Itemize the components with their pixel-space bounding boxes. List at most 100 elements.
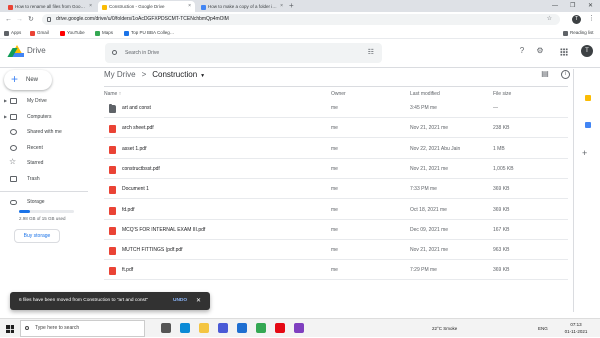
task-view-icon[interactable]	[161, 323, 171, 333]
browser-tab-2[interactable]: Construction - Google Drive ×	[98, 1, 195, 12]
list-view-icon[interactable]: ▤	[540, 69, 550, 79]
keep-icon[interactable]	[585, 95, 591, 101]
file-modified: 7:29 PM me	[410, 267, 437, 274]
bookmark-maps[interactable]: Maps	[95, 27, 113, 39]
new-button[interactable]: + New	[4, 70, 52, 90]
language-indicator[interactable]: ENG	[538, 319, 548, 338]
buy-storage-button[interactable]: Buy storage	[14, 229, 60, 243]
file-explorer-icon[interactable]	[199, 323, 209, 333]
forward-icon[interactable]: →	[16, 14, 23, 25]
edge-icon[interactable]	[180, 323, 190, 333]
mail-icon[interactable]	[237, 323, 247, 333]
file-row[interactable]: ft.pdf me 7:29 PM me 369 KB	[104, 261, 568, 281]
weather-widget[interactable]: 22°C Smoke	[432, 319, 457, 338]
minimize-button[interactable]: —	[552, 0, 558, 12]
taskbar-search-placeholder: Type here to search	[35, 325, 80, 331]
close-icon[interactable]: ×	[188, 1, 191, 12]
file-row[interactable]: constructbsst.pdf me Nov 21, 2021 me 1,005 …	[104, 160, 568, 179]
windows-start-icon[interactable]	[6, 325, 14, 333]
breadcrumb-my-drive[interactable]: My Drive	[104, 70, 136, 79]
undo-button[interactable]: UNDO	[173, 292, 187, 310]
bookmark-youtube[interactable]: YouTube	[60, 27, 85, 39]
pdf-icon	[109, 125, 116, 134]
help-icon[interactable]: ?	[517, 46, 527, 56]
browser-menu-icon[interactable]: ⋮	[588, 14, 595, 22]
reading-list[interactable]: Reading list	[563, 27, 594, 39]
file-name: MUTCH FITTINGS (pdf.pdf	[122, 247, 183, 254]
sidebar-item-starred[interactable]: ☆ Starred	[0, 157, 90, 169]
sidebar-item-shared[interactable]: Shared with me	[0, 126, 90, 138]
search-icon[interactable]	[112, 50, 117, 55]
breadcrumb-current-label: Construction	[152, 70, 198, 79]
avatar[interactable]: T	[581, 45, 593, 57]
file-row[interactable]: MCQ'S FOR INTERNAL EXAM III.pdf me Dec 09,…	[104, 221, 568, 240]
column-header-file-size[interactable]: File size	[493, 91, 511, 97]
sidebar-item-storage[interactable]: Storage	[0, 196, 90, 208]
close-icon[interactable]: ×	[280, 1, 283, 12]
column-header-name[interactable]: Name ↑	[104, 91, 121, 97]
window-close-button[interactable]: ✕	[588, 0, 593, 12]
folder-row[interactable]: art and const me 3:45 PM me —	[104, 99, 568, 118]
sort-arrow-icon[interactable]: ↑	[119, 91, 122, 97]
breadcrumb-current-folder[interactable]: Construction ▼	[152, 70, 205, 79]
close-icon[interactable]: ✕	[196, 292, 201, 310]
people-icon	[10, 129, 17, 135]
file-owner: me	[331, 125, 338, 132]
expand-caret-icon[interactable]: ▶	[4, 95, 7, 107]
browser-profile-avatar[interactable]: T	[572, 15, 581, 24]
file-row[interactable]: asset 1.pdf me Nov 22, 2021 Abu Jain 1 MB	[104, 140, 568, 159]
media-icon[interactable]	[294, 323, 304, 333]
taskbar: Type here to search 22°C Smoke ENG 07:13…	[0, 318, 600, 337]
address-bar[interactable]: drive.google.com/drive/u/0/folders/1oAcD…	[42, 14, 560, 25]
browser-tab-3[interactable]: How to make a copy of a folder i… ×	[197, 1, 287, 12]
bookmark-apps[interactable]: Apps	[4, 27, 21, 39]
back-icon[interactable]: ←	[5, 14, 12, 25]
file-size: —	[493, 105, 498, 111]
column-header-owner[interactable]: Owner	[331, 91, 346, 97]
apps-icon	[4, 30, 9, 36]
file-name: arch sheet.pdf	[122, 125, 154, 132]
calendar-icon[interactable]	[585, 122, 591, 128]
bookmark-label: Apps	[11, 30, 22, 35]
star-icon: ☆	[9, 157, 17, 166]
drive-logo-icon[interactable]	[10, 45, 24, 57]
chrome-icon[interactable]	[256, 323, 266, 333]
google-apps-icon[interactable]	[560, 48, 568, 56]
netflix-icon[interactable]	[275, 323, 285, 333]
bookmark-gmail[interactable]: Gmail	[30, 27, 49, 39]
search-input[interactable]: Search in Drive ☷	[105, 43, 382, 63]
sidebar-item-recent[interactable]: Recent	[0, 142, 90, 154]
column-header-last-modified[interactable]: Last modified	[410, 91, 440, 97]
sidebar-item-label: Recent	[27, 145, 43, 151]
expand-caret-icon[interactable]: ▶	[4, 111, 7, 123]
bookmark-college[interactable]: Top PU BBA Colleg…	[124, 27, 174, 39]
info-icon[interactable]: i	[561, 70, 570, 79]
settings-gear-icon[interactable]: ⚙	[535, 46, 545, 56]
maximize-button[interactable]: ❐	[570, 0, 575, 12]
file-name: Document 1	[122, 186, 149, 193]
close-icon[interactable]: ×	[89, 1, 92, 12]
breadcrumb-separator: >	[141, 70, 147, 79]
lock-icon	[47, 17, 51, 22]
file-row[interactable]: Document 1 me 7:33 PM me 369 KB	[104, 180, 568, 200]
taskbar-search-input[interactable]: Type here to search	[20, 320, 145, 337]
star-icon[interactable]: ☆	[547, 14, 552, 25]
bookmark-label: Gmail	[37, 30, 49, 35]
file-row[interactable]: MUTCH FITTINGS (pdf.pdf me Nov 21, 2021 me…	[104, 241, 568, 261]
file-name: art and const	[122, 105, 151, 111]
browser-tab-1[interactable]: How to rename all files from Goo… ×	[4, 1, 96, 12]
search-options-icon[interactable]: ☷	[368, 43, 374, 63]
file-row[interactable]: fd.pdf me Oct 18, 2021 me 369 KB	[104, 201, 568, 220]
new-tab-button[interactable]: +	[289, 0, 294, 12]
app-name[interactable]: Drive	[27, 46, 46, 55]
file-row[interactable]: arch sheet.pdf me Nov 21, 2021 me 238 KB	[104, 119, 568, 139]
reload-icon[interactable]: ↻	[28, 14, 34, 25]
sidebar-item-trash[interactable]: Trash	[0, 173, 90, 185]
add-addon-icon[interactable]: +	[582, 148, 587, 158]
taskbar-clock[interactable]: 07:13 01-11-2021	[562, 321, 590, 335]
sidebar-item-my-drive[interactable]: ▶ My Drive	[0, 95, 90, 107]
sidebar-item-label: Shared with me	[27, 129, 62, 135]
file-owner: me	[331, 165, 338, 172]
store-icon[interactable]	[218, 323, 228, 333]
sidebar-item-computers[interactable]: ▶ Computers	[0, 111, 90, 123]
